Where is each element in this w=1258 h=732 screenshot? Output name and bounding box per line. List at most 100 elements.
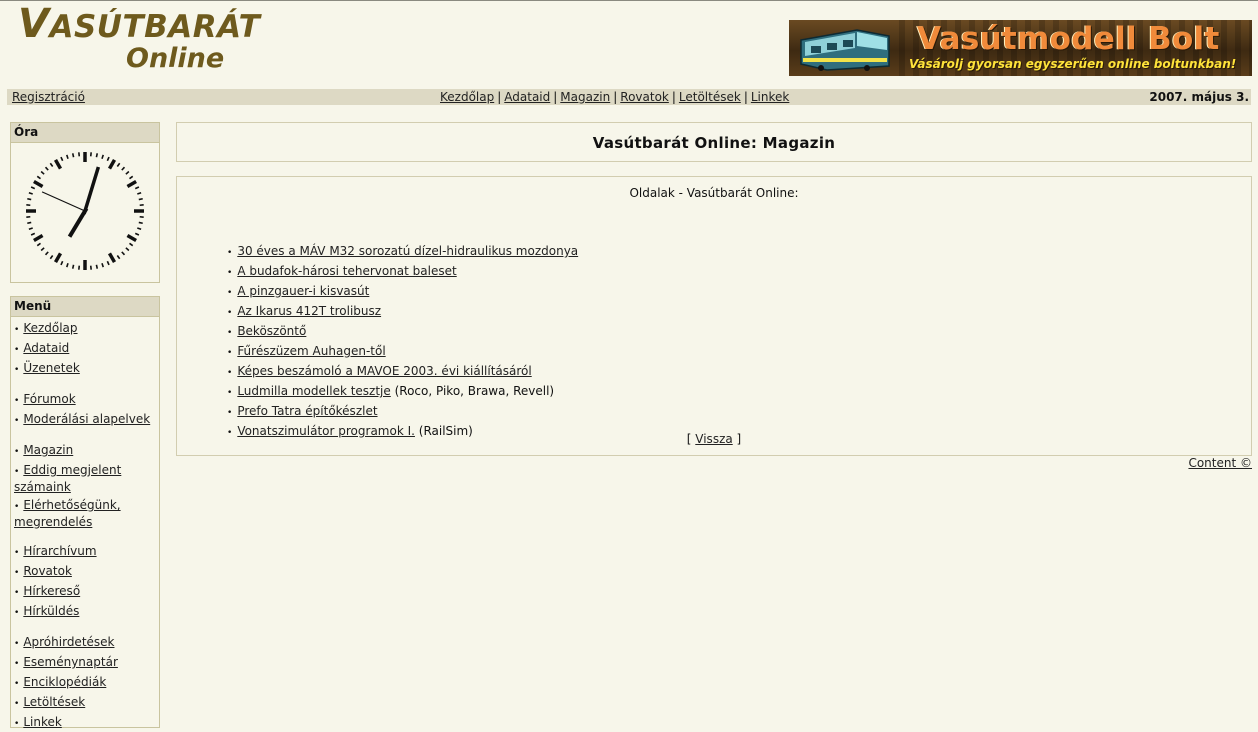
content-copyright-link[interactable]: Content © — [1188, 456, 1252, 470]
article-note: (Roco, Piko, Brawa, Revell) — [391, 384, 554, 398]
bullet-icon: • — [14, 679, 19, 689]
article-link[interactable]: A budafok-hárosi tehervonat baleset — [237, 264, 456, 278]
bullet-icon: • — [227, 388, 232, 398]
clock-minute-tick — [67, 263, 68, 267]
menu-item: •Eddig megjelent számaink — [14, 463, 159, 495]
nav-letoltesek[interactable]: Letöltések — [679, 90, 741, 104]
menu-link[interactable]: Adataid — [23, 341, 69, 355]
nav-kezdolap[interactable]: Kezdőlap — [440, 90, 494, 104]
menu-link[interactable]: Enciklopédiák — [23, 675, 106, 689]
clock-minute-tick — [107, 261, 109, 265]
bullet-icon: • — [14, 588, 19, 598]
bullet-icon: • — [14, 416, 19, 426]
clock-minute-tick — [73, 153, 74, 157]
article-link[interactable]: Képes beszámoló a MAVOE 2003. évi kiállí… — [237, 364, 531, 378]
article-link[interactable]: Beköszöntő — [237, 324, 306, 338]
clock-hour-tick — [110, 160, 115, 169]
menu-list: •Kezdőlap•Adataid•Üzenetek•Fórumok•Moder… — [11, 317, 159, 732]
clock-minute-tick — [37, 243, 40, 245]
menu-item: •Elérhetőségünk, megrendelés — [14, 498, 159, 530]
nav-rovatok[interactable]: Rovatok — [620, 90, 669, 104]
clock-minute-tick — [41, 248, 44, 251]
article-link[interactable]: Prefo Tatra építőkészlet — [237, 404, 377, 418]
main-nav: Kezdőlap|Adataid|Magazin|Rovatok|Letölté… — [440, 89, 789, 105]
bullet-icon: • — [14, 568, 19, 578]
article-item: • 30 éves a MÁV M32 sorozatú dízel-hidrau… — [227, 242, 578, 262]
menu-link[interactable]: Magazin — [23, 443, 73, 457]
article-item: •Az Ikarus 412T trolibusz — [227, 302, 578, 322]
clock-minute-tick — [135, 187, 139, 189]
site-logo[interactable]: VASÚTBARÁT Online — [18, 7, 260, 74]
clock-hour-tick — [34, 236, 43, 241]
clock-minute-tick — [107, 157, 109, 161]
page-title: Vasútbarát Online: Magazin — [177, 123, 1251, 163]
menu-link[interactable]: Hírküldés — [23, 604, 79, 618]
bullet-icon: • — [14, 719, 19, 729]
back-link[interactable]: Vissza — [695, 432, 732, 446]
menu-link[interactable]: Letöltések — [23, 695, 85, 709]
menu-link[interactable]: Linkek — [23, 715, 61, 729]
bullet-icon: • — [14, 396, 19, 406]
clock-panel-title: Óra — [11, 123, 159, 143]
menu-item: • Moderálási alapelvek — [14, 412, 159, 429]
menu-item: •Kezdőlap — [14, 321, 159, 338]
banner-subtitle: Vásárolj gyorsan egyszerűen online boltu… — [909, 57, 1236, 71]
menu-link[interactable]: Hírarchívum — [23, 544, 96, 558]
clock-minute-tick — [137, 193, 141, 194]
clock-hour-tick — [56, 253, 61, 262]
clock-minute-tick — [61, 157, 63, 161]
bullet-icon: • — [227, 288, 232, 298]
menu-link[interactable]: Moderálási alapelvek — [23, 412, 150, 426]
article-link[interactable]: Fűrészüzem Auhagen-től — [237, 344, 385, 358]
bullet-icon: • — [227, 248, 232, 258]
article-item: •Prefo Tatra építőkészlet — [227, 402, 578, 422]
article-item: •A budafok-hárosi tehervonat baleset — [227, 262, 578, 282]
article-item: • Beköszöntő — [227, 322, 578, 342]
menu-item: •Eseménynaptár — [14, 655, 159, 672]
bullet-icon: • — [227, 328, 232, 338]
registration-link[interactable]: Regisztráció — [12, 89, 85, 105]
clock-hour-tick — [127, 236, 136, 241]
clock-minute-tick — [50, 255, 52, 258]
menu-link[interactable]: Apróhirdetések — [23, 635, 114, 649]
clock-minute-tick — [129, 176, 132, 178]
clock-minute-tick — [129, 243, 132, 245]
article-item: • Ludmilla modellek tesztje (Roco, Piko, … — [227, 382, 578, 402]
nav-linkek[interactable]: Linkek — [751, 90, 789, 104]
bullet-icon: • — [14, 548, 19, 558]
menu-link[interactable]: Elérhetőségünk, megrendelés — [14, 498, 121, 529]
article-link[interactable]: Ludmilla modellek tesztje — [237, 384, 390, 398]
analog-clock — [23, 149, 147, 273]
clock-minute-tick — [117, 163, 119, 166]
clock-minute-tick — [96, 265, 97, 269]
menu-item: • Fórumok — [14, 392, 159, 409]
menu-link[interactable]: Fórumok — [23, 392, 75, 406]
shop-banner[interactable]: Vasútmodell Bolt Vásárolj gyorsan egysze… — [789, 20, 1252, 76]
article-link[interactable]: A pinzgauer-i kisvasút — [237, 284, 369, 298]
article-link[interactable]: Az Ikarus 412T trolibusz — [237, 304, 381, 318]
menu-link[interactable]: Üzenetek — [23, 361, 80, 375]
article-item: • A pinzgauer-i kisvasút — [227, 282, 578, 302]
menu-link[interactable]: Rovatok — [23, 564, 72, 578]
menu-item: •Magazin — [14, 443, 159, 460]
menu-link[interactable]: Kezdőlap — [23, 321, 77, 335]
nav-magazin[interactable]: Magazin — [560, 90, 610, 104]
nav-adataid[interactable]: Adataid — [504, 90, 550, 104]
clock-minute-tick — [61, 261, 63, 265]
article-link[interactable]: 30 éves a MÁV M32 sorozatú dízel-hidraul… — [237, 244, 578, 258]
clock-hour-tick — [110, 253, 115, 262]
clock-minute-tick — [117, 255, 119, 258]
logo-line2: Online — [126, 44, 260, 74]
menu-link[interactable]: Eseménynaptár — [23, 655, 118, 669]
clock-hour-tick — [34, 182, 43, 187]
menu-link[interactable]: Hírkereső — [23, 584, 80, 598]
clock-minute-tick — [139, 199, 143, 200]
back-nav: [ Vissza ] — [177, 432, 1251, 446]
clock-minute-tick — [137, 228, 141, 229]
bullet-icon: • — [14, 365, 19, 375]
page-title-box: Vasútbarát Online: Magazin — [176, 122, 1252, 162]
menu-link[interactable]: Eddig megjelent számaink — [14, 463, 121, 494]
bullet-icon: • — [14, 639, 19, 649]
clock-minute-tick — [102, 155, 103, 159]
clock-minute-tick — [46, 167, 49, 170]
